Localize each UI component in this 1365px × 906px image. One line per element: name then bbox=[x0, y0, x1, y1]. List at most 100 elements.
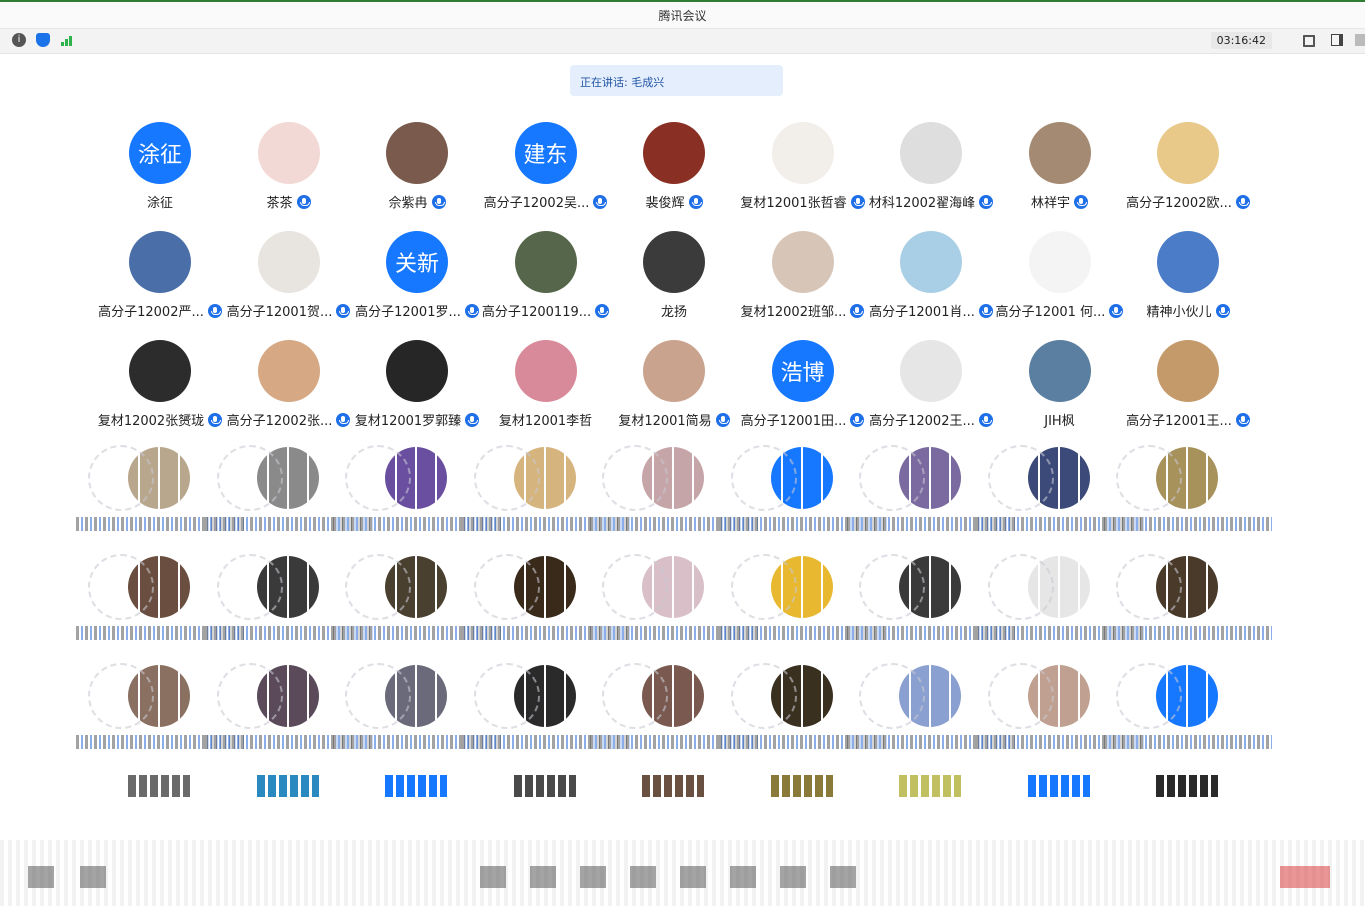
avatar bbox=[128, 775, 190, 797]
participant-name: 材科12002翟海峰 bbox=[868, 196, 976, 211]
participant-tile[interactable]: 复材12001张哲睿 bbox=[739, 122, 867, 222]
participant-tile[interactable]: 高分子12002严... bbox=[96, 231, 224, 331]
participant-tile[interactable]: 复材12001李哲 bbox=[482, 340, 610, 440]
microphone-icon bbox=[1074, 195, 1088, 209]
participant-tile[interactable]: 龙扬 bbox=[610, 231, 738, 331]
participant-tile[interactable]: 建东高分子12002吴... bbox=[482, 122, 610, 222]
shield-icon[interactable] bbox=[36, 33, 50, 47]
participant-name: 高分子12002吴... bbox=[483, 196, 590, 211]
participant-tile[interactable]: 高分子12002王... bbox=[867, 340, 995, 440]
settings-button[interactable] bbox=[730, 866, 756, 888]
audio-button[interactable] bbox=[28, 866, 54, 888]
avatar bbox=[1028, 122, 1091, 184]
avatar bbox=[1156, 775, 1218, 797]
fullscreen-icon[interactable] bbox=[1303, 35, 1315, 47]
participant-name: 复材12001简易 bbox=[618, 414, 712, 429]
participant-name: 佘紫冉 bbox=[388, 196, 428, 211]
participant-name-glitched bbox=[1104, 517, 1272, 531]
microphone-icon bbox=[208, 413, 223, 427]
participant-name-row: 涂征 bbox=[96, 192, 224, 211]
participant-tile[interactable] bbox=[1104, 663, 1272, 755]
members-button[interactable] bbox=[530, 866, 556, 888]
microphone-icon bbox=[336, 413, 351, 427]
microphone-icon bbox=[593, 195, 608, 209]
avatar-ghost bbox=[345, 554, 411, 620]
participant-name-row: 复材12001张哲睿 bbox=[739, 192, 867, 211]
video-button[interactable] bbox=[80, 866, 106, 888]
participant-tile[interactable]: 高分子12001贺... bbox=[225, 231, 353, 331]
avatar bbox=[771, 231, 834, 293]
microphone-icon bbox=[465, 413, 480, 427]
avatar-ghost bbox=[88, 445, 154, 511]
participant-tile[interactable]: 复材12002张赟珑 bbox=[96, 340, 224, 440]
avatar-text: 浩博 bbox=[780, 361, 825, 386]
participant-tile[interactable]: 裴俊辉 bbox=[610, 122, 738, 222]
signal-icon[interactable] bbox=[60, 33, 74, 47]
participant-name-row: 茶茶 bbox=[225, 192, 353, 211]
participant-tile[interactable]: 精神小伙儿 bbox=[1124, 231, 1252, 331]
participant-tile[interactable]: 高分子1200119... bbox=[482, 231, 610, 331]
avatar-ghost bbox=[602, 663, 668, 729]
more-button[interactable] bbox=[830, 866, 856, 888]
microphone-icon bbox=[207, 304, 222, 318]
participant-name-row: JIH枫 bbox=[996, 410, 1124, 429]
leave-meeting-button[interactable] bbox=[1280, 866, 1330, 888]
avatar-ghost bbox=[88, 663, 154, 729]
participant-name-row: 佘紫冉 bbox=[353, 192, 481, 211]
participant-tile[interactable]: 浩博 高分子12001田... bbox=[739, 340, 867, 440]
participant-row-glitched bbox=[60, 663, 1272, 775]
avatar-ghost bbox=[1116, 554, 1182, 620]
record-button[interactable] bbox=[630, 866, 656, 888]
participant-name-row: 高分子12001 何... bbox=[996, 301, 1124, 320]
participant-tile[interactable]: 高分子12001 何... bbox=[996, 231, 1124, 331]
participant-name: 龙扬 bbox=[660, 305, 687, 320]
participant-tile[interactable]: 高分子12002欧... bbox=[1124, 122, 1252, 222]
participant-name-row: 复材12002班邹... bbox=[739, 301, 867, 320]
participant-tile[interactable] bbox=[1104, 554, 1272, 646]
avatar bbox=[513, 775, 576, 797]
participant-tile[interactable]: 高分子12002张... bbox=[225, 340, 353, 440]
participant-name-row: 复材12002张赟珑 bbox=[96, 410, 224, 429]
participant-tile[interactable]: 佘紫冉 bbox=[353, 122, 481, 222]
avatar bbox=[385, 775, 447, 797]
avatar-ghost bbox=[345, 663, 411, 729]
participant-tile[interactable]: 茶茶 bbox=[225, 122, 353, 222]
participant-name: 高分子1200119... bbox=[481, 305, 592, 320]
avatar bbox=[900, 231, 962, 293]
participant-tile[interactable]: 复材12002班邹... bbox=[739, 231, 867, 331]
apps-button[interactable] bbox=[680, 866, 706, 888]
participant-name: 涂征 bbox=[146, 196, 173, 211]
avatar-ghost bbox=[987, 663, 1054, 729]
participant-tile[interactable]: 关新 高分子12001罗... bbox=[353, 231, 481, 331]
avatar-ghost bbox=[987, 554, 1054, 620]
participant-tile[interactable]: 复材12001罗郭臻 bbox=[353, 340, 481, 440]
microphone-icon bbox=[1235, 413, 1250, 427]
avatar bbox=[1157, 340, 1219, 402]
side-panel-icon[interactable] bbox=[1355, 34, 1365, 46]
participant-tile[interactable]: 材科12002翟海峰 bbox=[867, 122, 995, 222]
view-button[interactable] bbox=[780, 866, 806, 888]
avatar bbox=[257, 340, 320, 402]
avatar-ghost bbox=[216, 554, 283, 620]
participant-tile[interactable]: 林祥宇 bbox=[996, 122, 1124, 222]
participant-name: 复材12001张哲睿 bbox=[740, 196, 847, 211]
avatar: 建东 bbox=[514, 122, 577, 184]
share-button[interactable] bbox=[480, 866, 506, 888]
chat-button[interactable] bbox=[580, 866, 606, 888]
microphone-icon bbox=[431, 195, 446, 209]
speaking-indicator: 正在讲话: 毛成兴 bbox=[570, 65, 783, 96]
layout-icon[interactable] bbox=[1331, 34, 1343, 46]
participant-tile[interactable]: 复材12001简易 bbox=[610, 340, 738, 440]
avatar bbox=[1028, 231, 1091, 293]
participant-tile[interactable]: 高分子12001肖... bbox=[867, 231, 995, 331]
avatar bbox=[899, 775, 961, 797]
participant-tile[interactable] bbox=[1104, 445, 1272, 537]
info-icon[interactable]: i bbox=[12, 33, 26, 47]
participant-tile[interactable]: 高分子12001王... bbox=[1124, 340, 1252, 440]
avatar bbox=[771, 122, 834, 184]
participant-tile[interactable]: JIH枫 bbox=[996, 340, 1124, 440]
avatar bbox=[257, 122, 320, 184]
participant-tile[interactable]: 涂征 涂征 bbox=[96, 122, 224, 222]
avatar bbox=[386, 122, 448, 184]
bottom-control-bar bbox=[0, 840, 1365, 906]
